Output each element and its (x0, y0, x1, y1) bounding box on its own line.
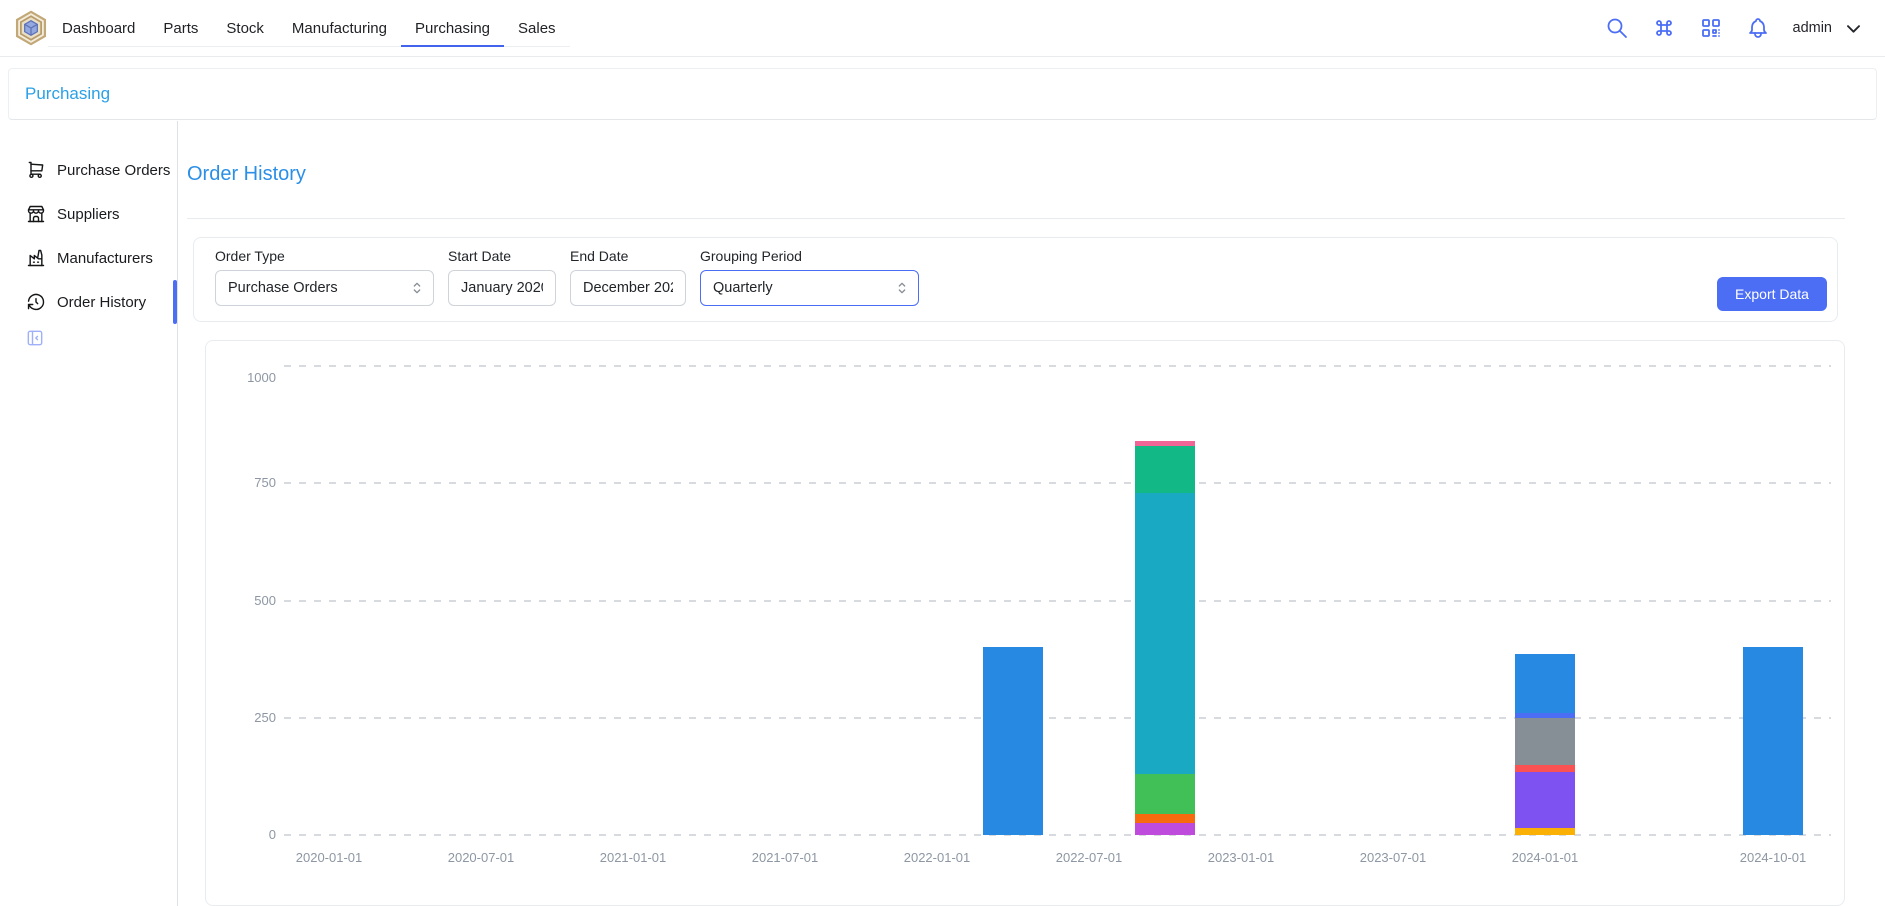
field-end-date: End Date (570, 248, 686, 306)
inventree-logo-icon[interactable] (12, 9, 50, 47)
tab-label: Sales (518, 20, 556, 37)
bar-segment-series-indigo (1515, 713, 1575, 718)
y-axis-tick-label: 500 (224, 593, 276, 608)
x-axis-tick-label: 2021-01-01 (583, 850, 683, 865)
tab-dashboard[interactable]: Dashboard (48, 11, 149, 47)
bar-segment-series-blue (983, 647, 1043, 835)
chart-gridline (284, 600, 1831, 602)
tab-label: Stock (226, 20, 264, 37)
chart-gridline (284, 717, 1831, 719)
bar-segment-series-seagreen (1135, 446, 1195, 493)
notification-bell-icon[interactable] (1746, 16, 1770, 40)
tab-stock[interactable]: Stock (212, 11, 278, 47)
grouping-period-select[interactable]: Quarterly (700, 270, 919, 306)
bar-segment-series-magenta (1135, 823, 1195, 835)
selector-icon (409, 280, 425, 296)
bar-segment-series-green (1135, 774, 1195, 814)
breadcrumb-purchasing-link[interactable]: Purchasing (25, 84, 110, 104)
search-icon[interactable] (1605, 16, 1629, 40)
bar-segment-series-blue (1515, 654, 1575, 713)
field-order-type: Order Type Purchase Orders (215, 248, 434, 306)
tab-sales[interactable]: Sales (504, 11, 570, 47)
tab-label: Dashboard (62, 20, 135, 37)
username: admin (1793, 20, 1833, 36)
main-nav: Dashboard Parts Stock Manufacturing Purc… (48, 11, 570, 47)
order-history-chart: 0 250 500 750 1000 2020-01-01 2020-07-01 2021-0… (205, 340, 1845, 906)
shopping-cart-icon (26, 160, 46, 180)
order-type-select[interactable]: Purchase Orders (215, 270, 434, 306)
sidebar-item-label: Suppliers (57, 206, 120, 223)
y-axis-tick-label: 1000 (224, 370, 276, 385)
x-axis-tick-label: 2023-01-01 (1191, 850, 1291, 865)
x-axis-tick-label: 2022-07-01 (1039, 850, 1139, 865)
tab-label: Purchasing (415, 20, 490, 37)
grouping-period-label: Grouping Period (700, 248, 919, 264)
x-axis-tick-label: 2021-07-01 (735, 850, 835, 865)
end-date-label: End Date (570, 248, 686, 264)
sidebar-collapse-icon[interactable] (25, 328, 45, 348)
bar-segment-series-gray (1515, 718, 1575, 765)
y-axis-tick-label: 0 (224, 827, 276, 842)
filter-card: Order Type Purchase Orders Start Date En… (193, 237, 1838, 322)
sidebar-item-purchase-orders[interactable]: Purchase Orders (0, 148, 177, 192)
history-clock-icon (26, 292, 46, 312)
sidebar-item-label: Purchase Orders (57, 162, 170, 179)
sidebar-item-suppliers[interactable]: Suppliers (0, 192, 177, 236)
bar-segment-series-pink (1135, 441, 1195, 446)
x-axis-tick-label: 2024-01-01 (1495, 850, 1595, 865)
grouping-period-value: Quarterly (713, 280, 894, 296)
chevron-down-icon (1844, 19, 1863, 38)
bar-segment-series-orange (1135, 814, 1195, 823)
bar-segment-series-amber (1515, 828, 1575, 835)
tab-label: Parts (163, 20, 198, 37)
x-axis-tick-label: 2024-10-01 (1723, 850, 1823, 865)
x-axis-tick-label: 2020-07-01 (431, 850, 531, 865)
chart-gridline (284, 365, 1831, 367)
sidebar-item-order-history[interactable]: Order History (0, 280, 177, 324)
x-axis-tick-label: 2020-01-01 (279, 850, 379, 865)
page-title: Order History (187, 163, 306, 186)
bar-segment-series-blue (1743, 647, 1803, 835)
bar-segment-series-red (1515, 765, 1575, 772)
factory-icon (26, 248, 46, 268)
bar-segment-series-teal (1135, 493, 1195, 774)
y-axis-tick-label: 250 (224, 710, 276, 725)
sidebar-item-manufacturers[interactable]: Manufacturers (0, 236, 177, 280)
command-palette-icon[interactable] (1652, 16, 1676, 40)
header-actions: admin (1605, 0, 1864, 56)
qr-code-icon[interactable] (1699, 16, 1723, 40)
order-type-label: Order Type (215, 248, 434, 264)
sidebar-item-label: Manufacturers (57, 250, 153, 267)
user-menu[interactable]: admin (1793, 19, 1864, 38)
app-header: Dashboard Parts Stock Manufacturing Purc… (0, 0, 1885, 57)
main-panel: Order History Order Type Purchase Orders… (178, 121, 1885, 906)
tab-manufacturing[interactable]: Manufacturing (278, 11, 401, 47)
bar-segment-series-violet (1515, 772, 1575, 828)
tab-parts[interactable]: Parts (149, 11, 212, 47)
end-date-input[interactable] (570, 270, 686, 306)
storefront-icon (26, 204, 46, 224)
tab-label: Manufacturing (292, 20, 387, 37)
chart-gridline (284, 482, 1831, 484)
title-divider (187, 218, 1845, 219)
tab-purchasing[interactable]: Purchasing (401, 11, 504, 47)
filter-fields: Order Type Purchase Orders Start Date En… (215, 248, 919, 306)
field-grouping-period: Grouping Period Quarterly (700, 248, 919, 306)
y-axis-tick-label: 750 (224, 475, 276, 490)
order-type-value: Purchase Orders (228, 280, 409, 296)
x-axis-tick-label: 2022-01-01 (887, 850, 987, 865)
start-date-input[interactable] (448, 270, 556, 306)
chart-gridline (284, 834, 1831, 836)
sidebar-item-label: Order History (57, 294, 146, 311)
export-data-button[interactable]: Export Data (1717, 277, 1827, 311)
start-date-label: Start Date (448, 248, 556, 264)
sidebar: Purchase Orders Suppliers Manufacturers … (0, 121, 177, 906)
breadcrumb: Purchasing (8, 68, 1877, 120)
field-start-date: Start Date (448, 248, 556, 306)
selector-icon (894, 280, 910, 296)
x-axis-tick-label: 2023-07-01 (1343, 850, 1443, 865)
